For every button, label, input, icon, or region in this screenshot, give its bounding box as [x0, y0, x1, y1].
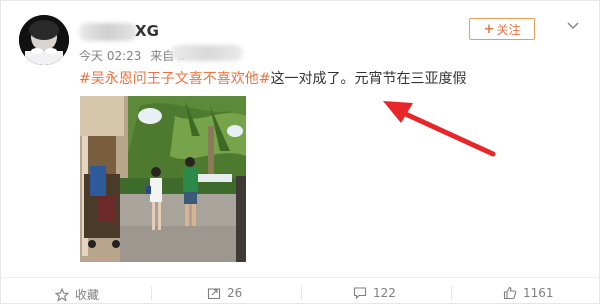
- divider: [151, 286, 152, 300]
- like-icon: [503, 286, 517, 300]
- follow-label: 关注: [496, 22, 521, 37]
- repost-button[interactable]: 26: [207, 286, 242, 300]
- hashtag-link[interactable]: #吴永恩问王子文喜不喜欢他#: [79, 71, 270, 87]
- divider: [451, 286, 452, 300]
- comment-count: 122: [373, 286, 396, 300]
- like-count: 1161: [523, 286, 554, 300]
- source-blur: [171, 45, 243, 61]
- plus-icon: +: [483, 21, 495, 37]
- comment-icon: [353, 287, 367, 300]
- favorite-button[interactable]: 收藏: [55, 286, 99, 303]
- post-body: 这一对成了。元宵节在三亚度假: [270, 71, 467, 87]
- share-icon: [207, 288, 221, 300]
- post-photo[interactable]: [80, 96, 246, 262]
- star-icon: [55, 287, 69, 302]
- action-bar: 收藏 26 122 1161: [1, 277, 600, 306]
- comment-button[interactable]: 122: [353, 286, 396, 300]
- post-time[interactable]: 今天 02:23: [79, 49, 141, 63]
- weibo-post-card: XG 今天 02:23 来自 iP + 关注 #吴永恩问王子文喜不喜欢他#这一对…: [0, 0, 600, 304]
- divider: [301, 286, 302, 300]
- username-blur: [79, 23, 137, 41]
- favorite-label: 收藏: [75, 288, 100, 302]
- repost-count: 26: [227, 286, 243, 300]
- chevron-down-icon[interactable]: [566, 19, 580, 33]
- username[interactable]: XG: [135, 22, 159, 40]
- post-text: #吴永恩问王子文喜不喜欢他#这一对成了。元宵节在三亚度假: [79, 68, 466, 88]
- avatar[interactable]: [19, 15, 69, 65]
- follow-button[interactable]: + 关注: [469, 18, 535, 40]
- like-button[interactable]: 1161: [503, 286, 554, 300]
